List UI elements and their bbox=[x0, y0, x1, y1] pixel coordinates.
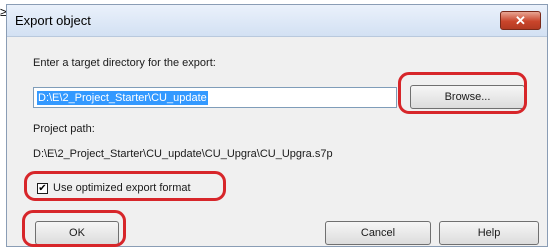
directory-prompt-label: Enter a target directory for the export: bbox=[33, 57, 216, 69]
target-directory-input[interactable]: D:\E\2_Project_Starter\CU_update bbox=[33, 87, 397, 108]
ok-button[interactable]: OK bbox=[35, 221, 119, 245]
optimized-export-label: Use optimized export format bbox=[53, 182, 191, 194]
project-path-value: D:\E\2_Project_Starter\CU_update\CU_Upgr… bbox=[33, 148, 333, 160]
export-object-dialog: Export object ✕ Enter a target directory… bbox=[6, 4, 548, 247]
target-directory-value: D:\E\2_Project_Starter\CU_update bbox=[37, 91, 208, 105]
close-button[interactable]: ✕ bbox=[500, 11, 541, 30]
optimized-export-checkbox[interactable]: ✔ bbox=[37, 183, 48, 194]
browse-button[interactable]: Browse... bbox=[410, 85, 525, 109]
close-icon: ✕ bbox=[515, 13, 526, 28]
dialog-title: Export object bbox=[15, 13, 91, 28]
cancel-button[interactable]: Cancel bbox=[325, 221, 431, 245]
dialog-titlebar: Export object ✕ bbox=[7, 5, 547, 37]
project-path-label: Project path: bbox=[33, 123, 95, 135]
help-button[interactable]: Help bbox=[439, 221, 539, 245]
